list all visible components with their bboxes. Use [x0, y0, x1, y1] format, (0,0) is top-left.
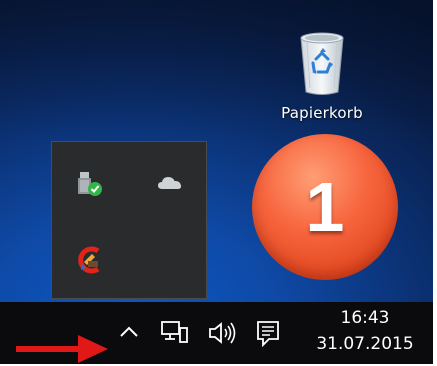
volume-icon[interactable]: [207, 320, 237, 350]
clock-date: 31.07.2015: [316, 334, 414, 354]
action-center-icon[interactable]: [255, 319, 281, 351]
usb-safely-remove-icon[interactable]: [74, 168, 106, 200]
chevron-up-icon[interactable]: [118, 322, 140, 346]
recycle-bin-icon: [300, 32, 344, 95]
step-number: 1: [305, 168, 345, 246]
ccleaner-icon[interactable]: [74, 244, 106, 276]
tray-overflow-flyout: [51, 141, 207, 299]
clock-time: 16:43: [340, 308, 390, 328]
screenshot-root: Papierkorb 1 16:43 31.07.2015: [0, 0, 437, 366]
recycle-bin[interactable]: Papierkorb: [262, 24, 382, 134]
network-icon[interactable]: [160, 320, 190, 350]
screenshot-border: [433, 0, 437, 366]
red-arrow-pointer: [16, 335, 108, 363]
step-number-badge: 1: [252, 134, 398, 280]
onedrive-cloud-icon[interactable]: [154, 168, 186, 200]
taskbar-clock[interactable]: 16:43 31.07.2015: [303, 307, 427, 355]
recycle-bin-label: Papierkorb: [281, 104, 363, 122]
